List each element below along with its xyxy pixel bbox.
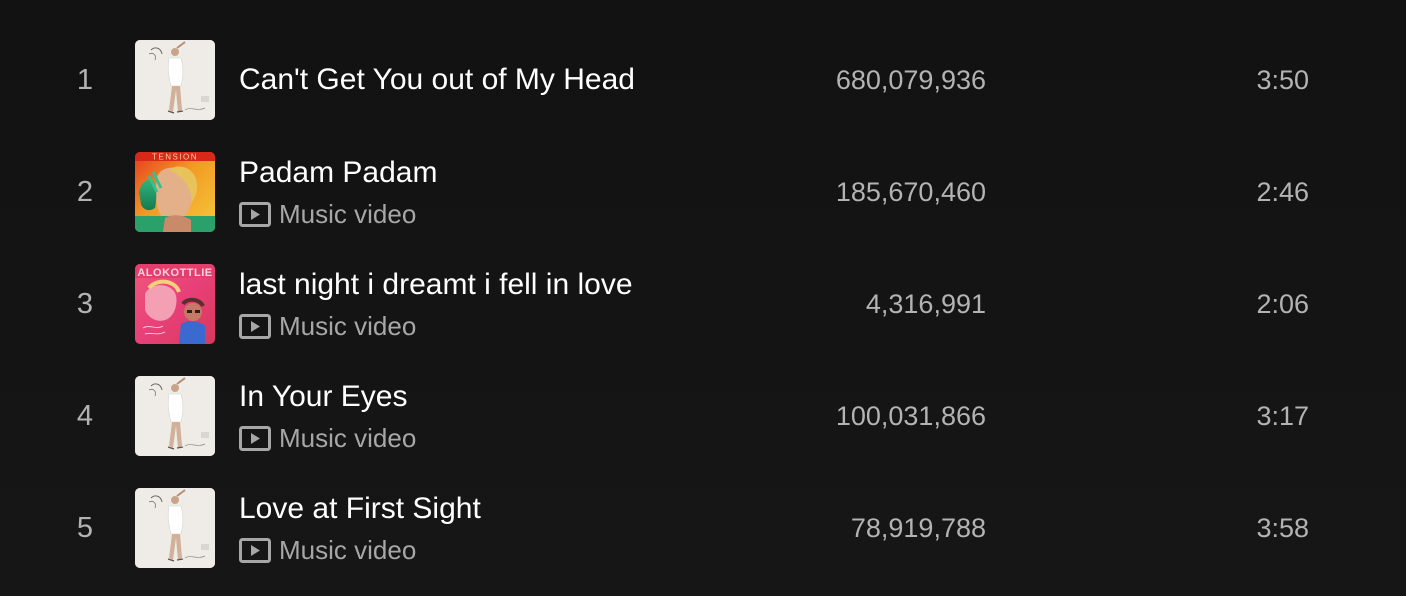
play-count: 78,919,788 (850, 513, 986, 543)
track-list: 1 Can't Get You out of My Head 680,079,9… (0, 0, 1406, 596)
play-count: 185,670,460 (835, 177, 986, 207)
track-row[interactable]: 3 last night i dreamt i fell in love Mus… (0, 264, 1406, 364)
album-cover-image[interactable] (135, 488, 215, 568)
track-number: 4 (76, 400, 94, 432)
track-title[interactable]: Padam Padam (239, 152, 437, 194)
play-count: 680,079,936 (835, 65, 986, 95)
music-video-label: Music video (279, 423, 417, 453)
track-duration: 3:58 (1256, 513, 1309, 543)
music-video-label: Music video (279, 535, 417, 565)
play-video-icon (239, 426, 271, 451)
play-video-icon (239, 538, 271, 563)
track-row[interactable]: 4 In Your Eyes Music video 100,031,866 3… (0, 376, 1406, 476)
music-video-label: Music video (279, 199, 417, 229)
album-cover-image[interactable] (135, 152, 215, 232)
track-duration: 2:46 (1256, 177, 1309, 207)
play-video-icon (239, 202, 271, 227)
track-title[interactable]: last night i dreamt i fell in love (239, 264, 633, 306)
track-row[interactable]: 5 Love at First Sight Music video 78,919… (0, 488, 1406, 588)
track-duration: 3:17 (1256, 401, 1309, 431)
track-number: 2 (76, 176, 94, 208)
track-row[interactable]: 2 Padam Padam Music video 185,670,460 2:… (0, 152, 1406, 252)
play-count: 4,316,991 (865, 289, 986, 319)
track-number: 3 (76, 288, 94, 320)
music-video-label: Music video (279, 311, 417, 341)
track-title[interactable]: Can't Get You out of My Head (239, 40, 635, 120)
track-title[interactable]: Love at First Sight (239, 488, 481, 530)
album-cover-image[interactable] (135, 40, 215, 120)
play-video-icon (239, 314, 271, 339)
track-duration: 3:50 (1256, 65, 1309, 95)
track-number: 5 (76, 512, 94, 544)
play-count: 100,031,866 (835, 401, 986, 431)
track-row[interactable]: 1 Can't Get You out of My Head 680,079,9… (0, 40, 1406, 140)
track-duration: 2:06 (1256, 289, 1309, 319)
album-cover-image[interactable] (135, 376, 215, 456)
album-cover-image[interactable] (135, 264, 215, 344)
track-title[interactable]: In Your Eyes (239, 376, 407, 418)
track-number: 1 (76, 64, 94, 96)
